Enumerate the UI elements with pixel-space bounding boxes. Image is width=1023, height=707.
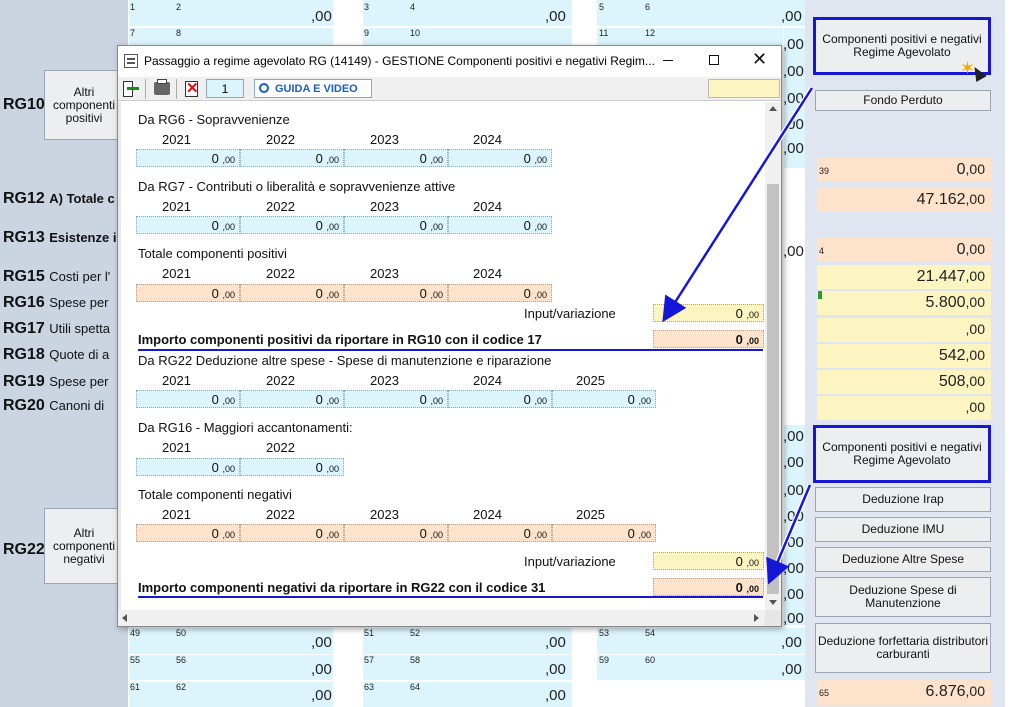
annotation-arrows [662, 86, 815, 585]
